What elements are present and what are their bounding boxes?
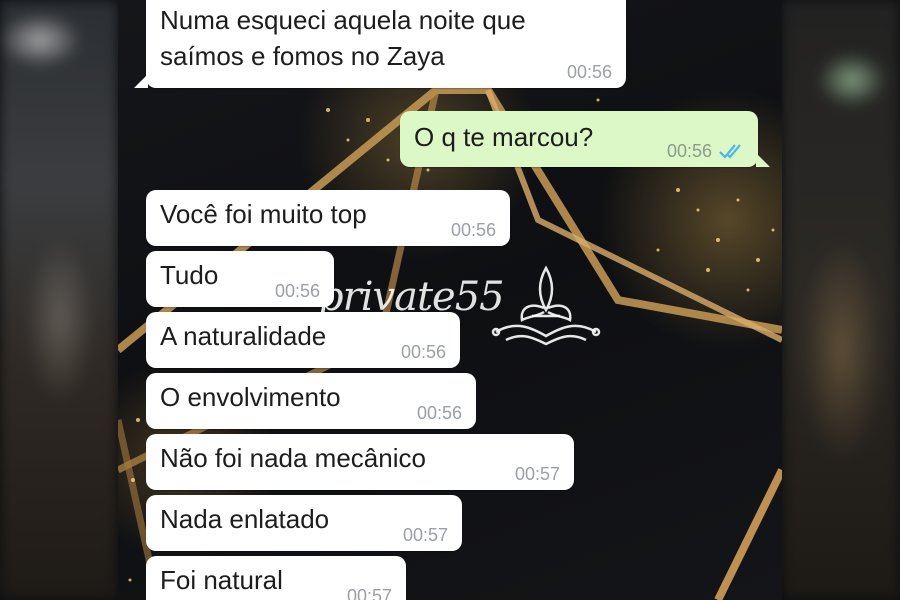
message-text: Foi natural — [160, 565, 283, 595]
message-bubble-outgoing[interactable]: O q te marcou? 00:56 — [400, 111, 770, 167]
message-text: Não foi nada mecânico — [160, 443, 426, 473]
message-text: Numa esqueci aquela noite que saímos e f… — [160, 2, 612, 74]
message-text: A naturalidade — [160, 321, 327, 351]
fleur-de-lis-icon — [491, 265, 601, 346]
message-timestamp: 00:57 — [346, 586, 392, 600]
message-timestamp: 00:56 — [416, 403, 462, 423]
message-bubble-incoming[interactable]: O envolvimento 00:56 — [146, 373, 476, 429]
message-text: O envolvimento — [160, 382, 341, 412]
blurred-left-backdrop — [0, 0, 118, 600]
message-bubble-incoming[interactable]: Tudo 00:56 — [146, 251, 334, 307]
message-timestamp: 00:56 — [274, 281, 320, 301]
message-bubble-incoming[interactable]: Foi natural 00:57 — [134, 556, 406, 600]
message-timestamp: 00:56 — [566, 62, 612, 82]
message-timestamp: 00:57 — [514, 464, 560, 484]
message-text: Nada enlatado — [160, 504, 330, 534]
message-text: Você foi muito top — [160, 199, 367, 229]
message-line: Numa esqueci aquela noite que — [160, 5, 526, 35]
blurred-right-backdrop — [782, 0, 900, 600]
message-line: saímos e fomos no Zaya — [160, 41, 445, 71]
message-bubble-incoming[interactable]: Não foi nada mecânico 00:57 — [146, 434, 574, 490]
message-text: O q te marcou? — [414, 122, 594, 152]
watermark: private55 — [318, 262, 608, 352]
message-bubble-incoming[interactable]: Você foi muito top 00:56 — [146, 190, 510, 246]
message-bubble-incoming[interactable]: Nada enlatado 00:57 — [146, 495, 462, 551]
message-bubble-incoming[interactable]: Numa esqueci aquela noite que saímos e f… — [134, 0, 626, 88]
message-timestamp: 00:56 — [450, 220, 496, 240]
double-check-icon — [719, 144, 741, 159]
watermark-text: private55 — [318, 274, 505, 320]
bubble-tail — [756, 153, 770, 167]
message-timestamp: 00:57 — [402, 525, 448, 545]
message-timestamp: 00:56 — [666, 141, 712, 161]
bubble-tail — [134, 74, 148, 88]
message-text: Tudo — [160, 260, 219, 290]
